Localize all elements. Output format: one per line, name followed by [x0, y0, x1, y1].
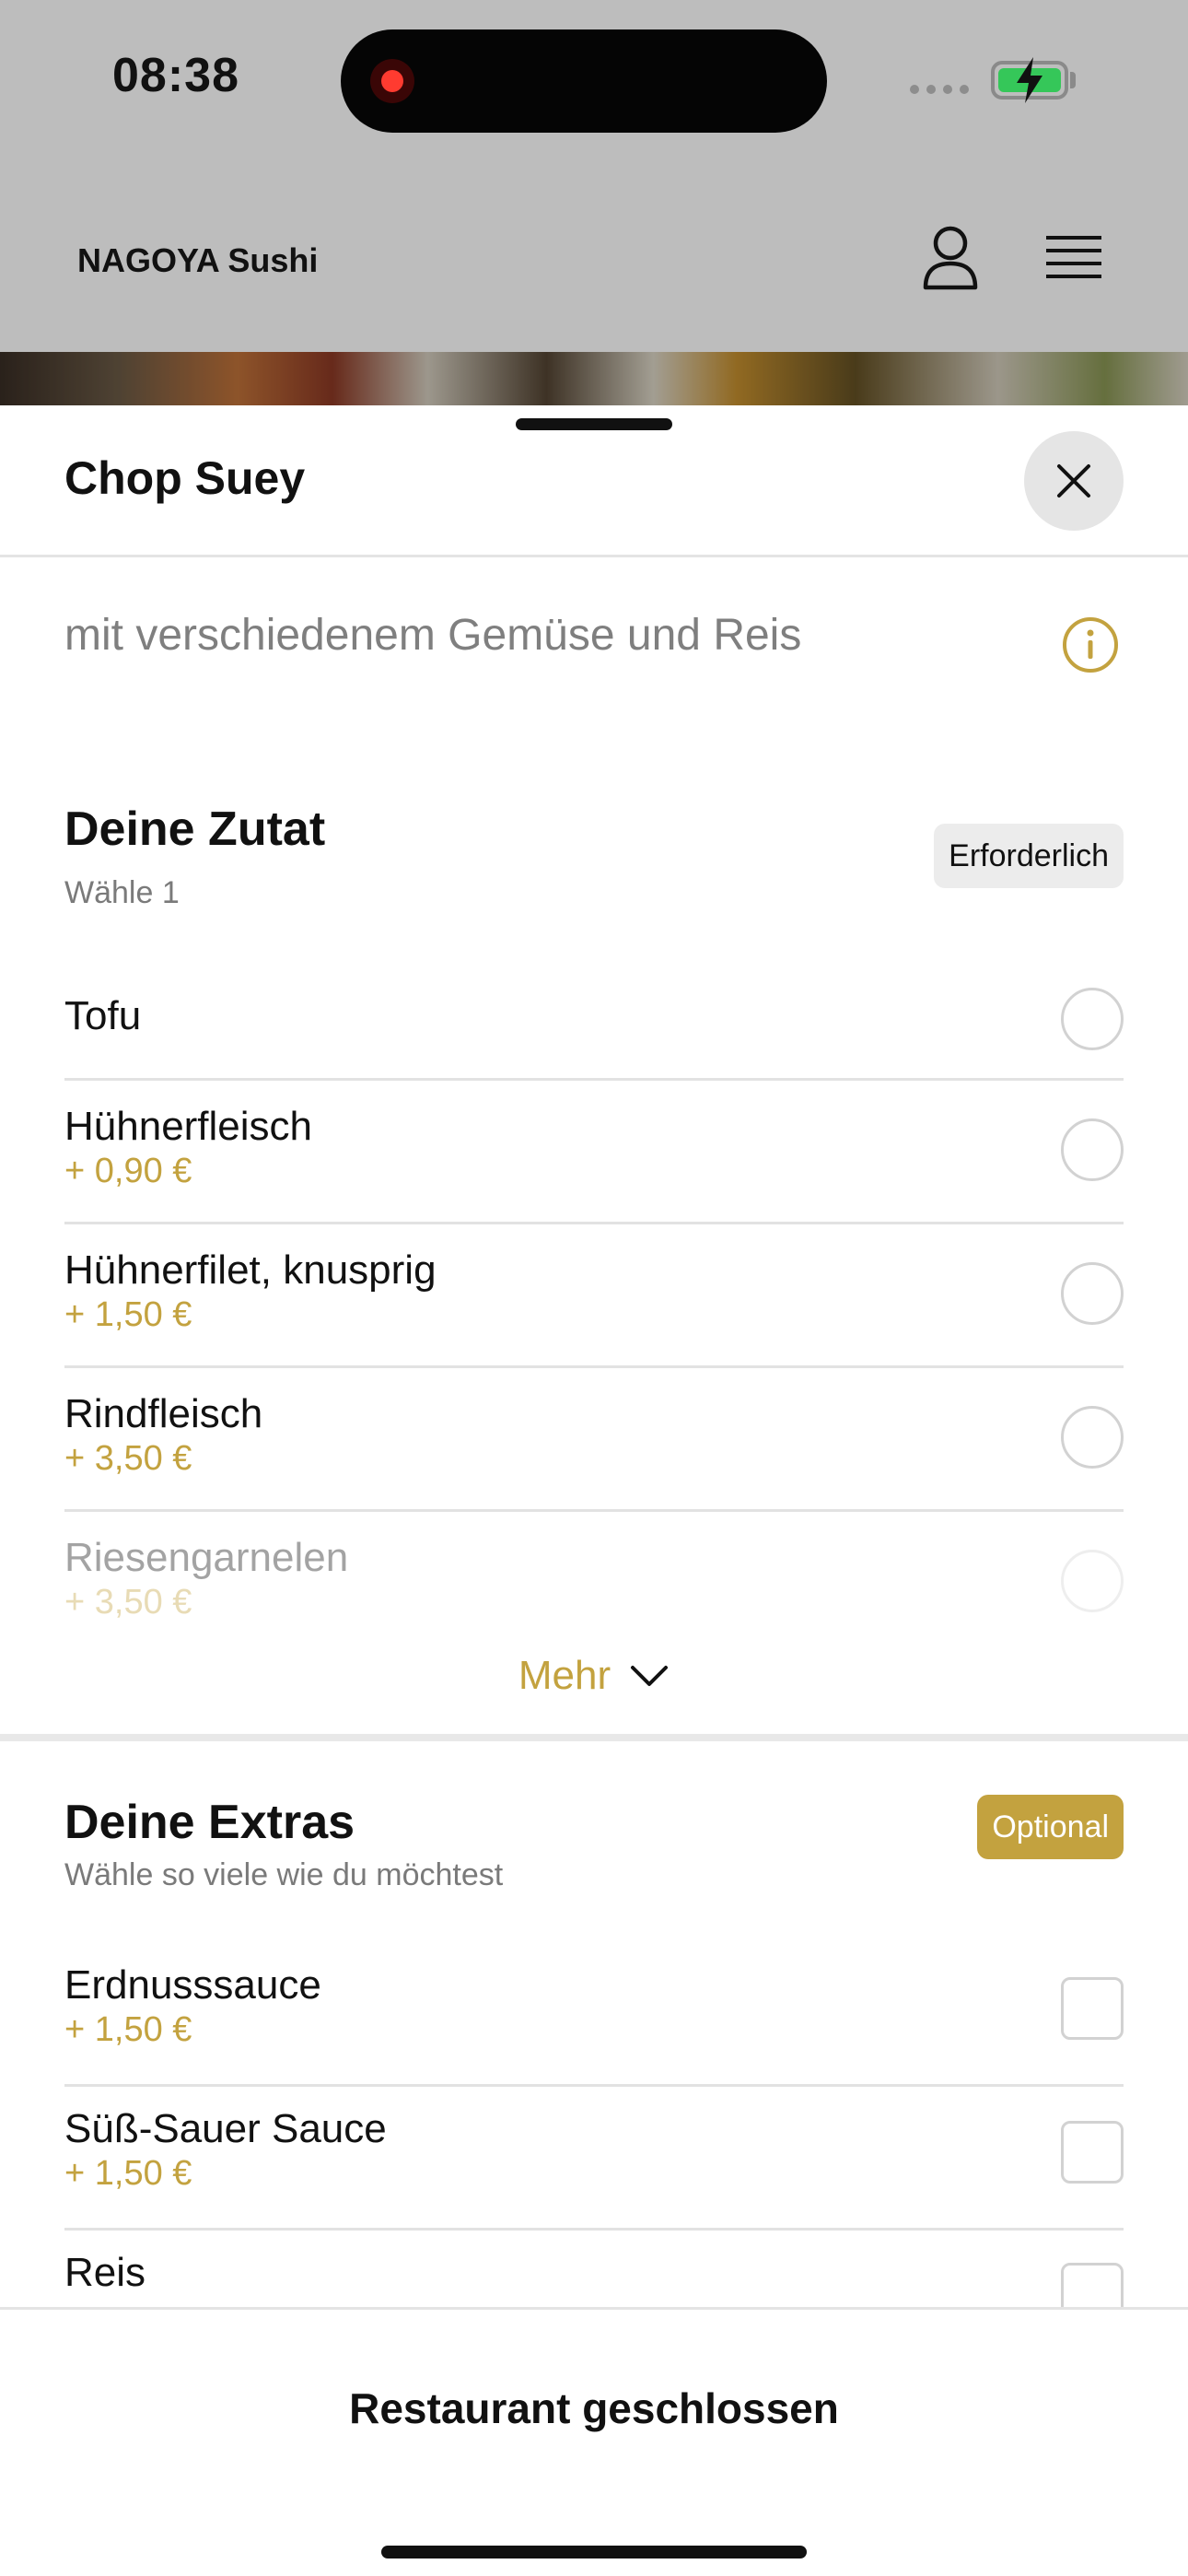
extra-row-erdnusssauce[interactable]: Erdnusssauce + 1,50 € — [64, 1962, 1124, 2064]
extra-row-suess-sauer-sauce[interactable]: Süß-Sauer Sauce + 1,50 € — [64, 2106, 1124, 2207]
signal-icon — [910, 85, 969, 94]
option-name: Süß-Sauer Sauce — [64, 2106, 387, 2151]
option-row-tofu[interactable]: Tofu — [64, 988, 1124, 1067]
more-label: Mehr — [518, 1653, 611, 1698]
header-divider — [0, 555, 1188, 557]
recording-indicator-icon — [370, 59, 414, 103]
section-title: Deine Zutat — [64, 802, 326, 856]
charging-bolt-icon — [1017, 57, 1042, 103]
user-icon[interactable] — [921, 225, 980, 291]
close-icon — [1057, 464, 1090, 498]
option-row-huehnerfilet[interactable]: Hühnerfilet, knusprig + 1,50 € — [64, 1247, 1124, 1349]
option-radio[interactable] — [1061, 1550, 1124, 1612]
menu-icon[interactable] — [1044, 230, 1103, 286]
info-icon[interactable] — [1061, 615, 1120, 674]
section-subtitle: Wähle 1 — [64, 875, 180, 910]
option-price: + 0,90 € — [64, 1152, 192, 1190]
option-row-rindfleisch[interactable]: Rindfleisch + 3,50 € — [64, 1391, 1124, 1493]
app-title: NAGOYA Sushi — [77, 241, 319, 279]
option-radio[interactable] — [1061, 1118, 1124, 1181]
option-price: + 1,50 € — [64, 2010, 192, 2049]
product-sheet: Chop Suey mit verschiedenem Gemüse und R… — [0, 405, 1188, 2576]
dynamic-island — [341, 29, 827, 133]
section-title: Deine Extras — [64, 1796, 355, 1849]
status-time: 08:38 — [112, 49, 239, 102]
option-row-riesengarnelen[interactable]: Riesengarnelen + 3,50 € — [64, 1535, 1124, 1636]
ingredients-section-header: Deine Zutat Wähle 1 Erforderlich — [64, 802, 1124, 931]
product-title: Chop Suey — [64, 452, 306, 504]
section-divider — [0, 1734, 1188, 1741]
option-radio[interactable] — [1061, 1406, 1124, 1469]
option-checkbox[interactable] — [1061, 2121, 1124, 2184]
home-indicator[interactable] — [381, 2546, 807, 2558]
option-price: + 3,50 € — [64, 1439, 192, 1478]
option-name: Hühnerfilet, knusprig — [64, 1247, 437, 1293]
close-button[interactable] — [1024, 431, 1124, 531]
section-subtitle: Wähle so viele wie du möchtest — [64, 1857, 504, 1892]
option-name: Hühnerfleisch — [64, 1104, 313, 1149]
extras-section-header: Deine Extras Wähle so viele wie du möcht… — [64, 1795, 1124, 1905]
background-app: 08:38 NAGOYA Sushi — [0, 0, 1188, 405]
option-name: Riesengarnelen — [64, 1535, 349, 1580]
option-radio[interactable] — [1061, 1262, 1124, 1325]
option-price: + 1,50 € — [64, 2154, 192, 2193]
option-price: + 3,50 € — [64, 1583, 192, 1622]
sheet-grabber[interactable] — [516, 418, 672, 430]
product-description: mit verschiedenem Gemüse und Reis — [64, 611, 802, 660]
more-button[interactable]: Mehr — [0, 1653, 1188, 1699]
required-badge: Erforderlich — [934, 824, 1124, 888]
option-name: Tofu — [64, 993, 142, 1038]
chevron-down-icon — [631, 1666, 669, 1686]
footer-bar: Restaurant geschlossen — [0, 2307, 1188, 2576]
restaurant-closed-label: Restaurant geschlossen — [349, 2384, 839, 2432]
option-price: + 1,50 € — [64, 1295, 192, 1334]
option-row-huehnerfleisch[interactable]: Hühnerfleisch + 0,90 € — [64, 1104, 1124, 1205]
option-name: Rindfleisch — [64, 1391, 263, 1436]
option-radio[interactable] — [1061, 988, 1124, 1050]
option-name: Reis — [64, 2250, 146, 2295]
optional-badge: Optional — [977, 1795, 1124, 1859]
hero-image — [0, 352, 1188, 405]
option-checkbox[interactable] — [1061, 1977, 1124, 2040]
option-name: Erdnusssauce — [64, 1962, 321, 2008]
